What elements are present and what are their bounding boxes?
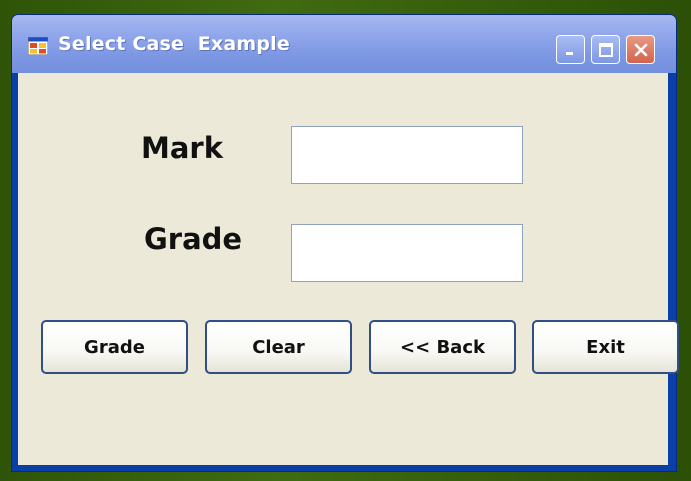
- grade-button[interactable]: Grade: [41, 320, 188, 374]
- back-button[interactable]: << Back: [369, 320, 516, 374]
- exit-button[interactable]: Exit: [532, 320, 679, 374]
- close-icon: [634, 43, 647, 56]
- window-title: Select Case Example: [58, 33, 290, 55]
- close-button[interactable]: [626, 35, 655, 64]
- grade-label: Grade: [144, 222, 243, 256]
- minimize-icon: [565, 51, 573, 55]
- maximize-icon: [598, 42, 613, 57]
- app-window: Select Case Example Mark Grade Grade Cle…: [11, 14, 679, 472]
- mark-input[interactable]: [291, 126, 523, 184]
- mark-label: Mark: [141, 131, 224, 165]
- grade-input[interactable]: [291, 224, 523, 282]
- app-icon: [28, 37, 48, 55]
- maximize-button[interactable]: [591, 35, 620, 64]
- clear-button[interactable]: Clear: [205, 320, 352, 374]
- form-client-area: Mark Grade Grade Clear << Back Exit: [18, 73, 679, 465]
- minimize-button[interactable]: [556, 35, 585, 64]
- title-bar[interactable]: Select Case Example: [12, 15, 676, 73]
